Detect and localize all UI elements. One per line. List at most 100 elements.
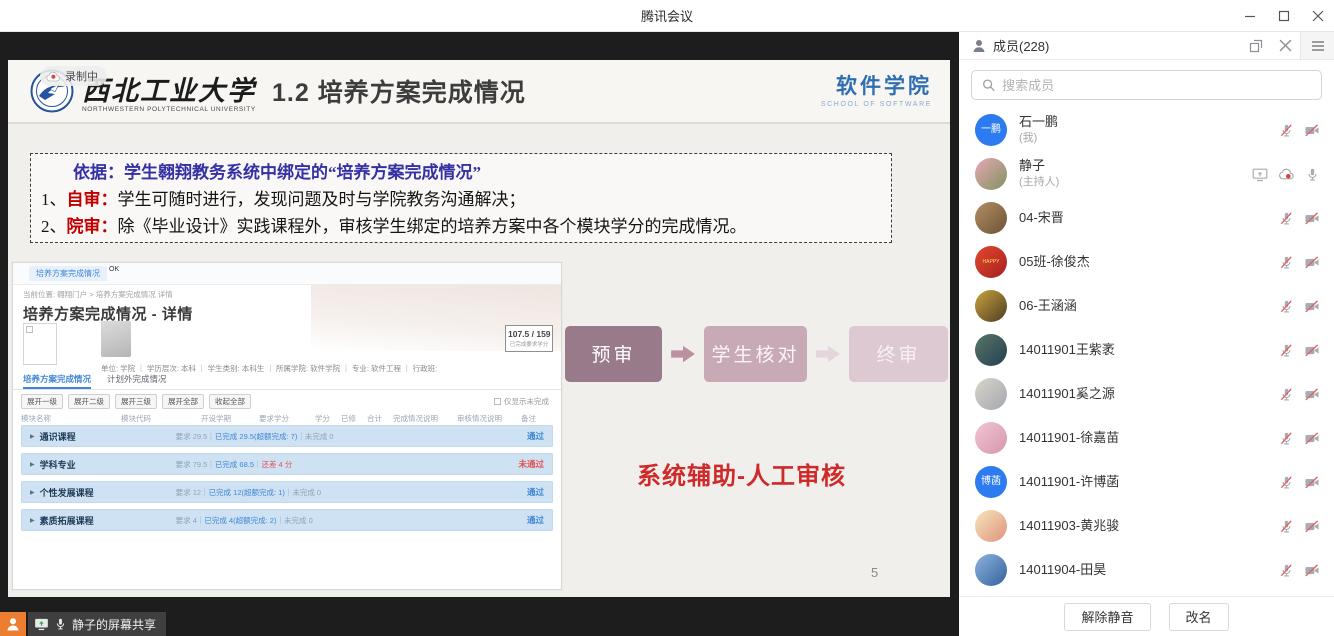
status-link[interactable]: 未通过: [481, 458, 544, 470]
cam-muted-icon[interactable]: [1304, 343, 1320, 358]
module-detail: 要求 4｜已完成 4(超额完成: 2)｜未完成 0: [176, 515, 481, 526]
cam-muted-icon[interactable]: [1304, 123, 1320, 138]
member-row[interactable]: 14011904-田昊: [959, 548, 1334, 592]
ms-tab[interactable]: 计划外完成情况: [107, 373, 167, 389]
school-review-line: 2、院审：除《毕业设计》实践课程外，审核学生绑定的培养方案中各个模块学分的完成情…: [37, 213, 881, 240]
maximize-icon[interactable]: [1278, 10, 1290, 22]
cam-muted-icon[interactable]: [1304, 211, 1320, 226]
person-icon: [5, 616, 21, 632]
expand-button[interactable]: 展开三级: [115, 394, 157, 409]
window-controls: [1244, 0, 1324, 32]
member-name: 静子: [1019, 158, 1252, 175]
browser-tab[interactable]: 培养方案完成情况: [29, 266, 107, 281]
column-header: 开设学期: [201, 413, 259, 424]
mic-muted-icon[interactable]: [1279, 123, 1294, 138]
module-row[interactable]: ▶个性发展课程要求 12｜已完成 12(超额完成: 1)｜未完成 0通过: [21, 481, 553, 503]
search-input[interactable]: [1002, 78, 1311, 93]
close-icon[interactable]: [1312, 10, 1324, 22]
sharer-avatar[interactable]: [0, 612, 26, 636]
member-search[interactable]: [971, 70, 1322, 100]
cam-muted-icon[interactable]: [1304, 519, 1320, 534]
cam-muted-icon[interactable]: [1304, 431, 1320, 446]
member-list: 一鹏石一鹏(我)静子(主持人)04-宋晋HAPPY05班-徐俊杰06-王涵涵 14…: [959, 106, 1334, 596]
module-detail: 要求 12｜已完成 12(超额完成: 1)｜未完成 0: [176, 487, 481, 498]
member-row[interactable]: 14011901-徐嘉苗: [959, 416, 1334, 460]
cam-muted-icon[interactable]: [1304, 255, 1320, 270]
unmute-button[interactable]: 解除静音: [1064, 603, 1150, 631]
expand-caret-icon[interactable]: ▶: [30, 489, 35, 496]
column-header: 要求学分: [259, 413, 315, 424]
mic-muted-icon[interactable]: [1279, 387, 1294, 402]
members-panel-title: 成员(228): [993, 36, 1049, 55]
mic-muted-icon[interactable]: [1279, 255, 1294, 270]
member-name: 05班-徐俊杰: [1019, 254, 1279, 271]
ms-expand-buttons: 展开一级展开二级展开三级展开全部收起全部: [21, 394, 251, 409]
cam-muted-icon[interactable]: [1304, 299, 1320, 314]
mic-muted-icon[interactable]: [1279, 519, 1294, 534]
flow-step: 终审: [849, 326, 948, 382]
module-row[interactable]: ▶学科专业要求 79.5｜已完成 68.5｜还差 4 分未通过: [21, 453, 553, 475]
member-name: 14011901-徐嘉苗: [1019, 430, 1279, 447]
member-avatar: [975, 422, 1007, 454]
member-row[interactable]: 14011901王紫袤: [959, 328, 1334, 372]
member-avatar: [975, 510, 1007, 542]
expand-button[interactable]: 收起全部: [209, 394, 251, 409]
flow-step: 预审: [565, 326, 662, 382]
basis-line: 依据：学生翱翔教务系统中绑定的“培养方案完成情况”: [37, 159, 881, 186]
status-link[interactable]: 通过: [481, 486, 544, 498]
credits-label: 已完成要求学分: [508, 340, 550, 348]
panel-menu-icon[interactable]: [1300, 32, 1334, 59]
member-row[interactable]: 14011901奚之源: [959, 372, 1334, 416]
cam-muted-icon[interactable]: [1304, 563, 1320, 578]
expand-caret-icon[interactable]: ▶: [30, 433, 35, 440]
status-link[interactable]: 通过: [481, 430, 544, 442]
mic-muted-icon[interactable]: [1279, 299, 1294, 314]
member-row[interactable]: 06-王涵涵: [959, 284, 1334, 328]
cam-muted-icon[interactable]: [1304, 475, 1320, 490]
member-name: 14011901王紫袤: [1019, 342, 1279, 359]
expand-button[interactable]: 展开二级: [68, 394, 110, 409]
member-row[interactable]: 一鹏石一鹏(我): [959, 108, 1334, 152]
member-row[interactable]: 04-宋晋: [959, 196, 1334, 240]
cloud-record-icon[interactable]: [1278, 167, 1295, 182]
ms-rows: ▶通识课程要求 29.5｜已完成 29.5(超额完成: 7)｜未完成 0通过 ▶学…: [21, 425, 553, 537]
slide-key-points: 依据：学生翱翔教务系统中绑定的“培养方案完成情况” 1、自审：学生可随时进行，发…: [30, 153, 892, 243]
mic-muted-icon[interactable]: [1279, 475, 1294, 490]
school-name-cn: 软件学院: [821, 70, 932, 100]
popout-panel-icon[interactable]: [1241, 32, 1271, 59]
expand-button[interactable]: 展开全部: [162, 394, 204, 409]
member-avatar: [975, 202, 1007, 234]
rename-button[interactable]: 改名: [1169, 603, 1229, 631]
mic-on-icon[interactable]: [1305, 167, 1320, 182]
cam-muted-icon[interactable]: [1304, 387, 1320, 402]
window-titlebar: 腾讯会议: [0, 0, 1334, 32]
member-row[interactable]: 静子(主持人): [959, 152, 1334, 196]
mic-muted-icon[interactable]: [1279, 211, 1294, 226]
expand-caret-icon[interactable]: ▶: [30, 461, 35, 468]
screen-share-icon[interactable]: [1252, 167, 1268, 182]
review-flow: 预审学生核对终审: [565, 325, 948, 382]
filter-checkbox-row[interactable]: 仅显示未完成: [494, 396, 549, 407]
close-panel-icon[interactable]: [1271, 32, 1300, 59]
column-header: 已修: [341, 413, 367, 424]
ms-tab[interactable]: 培养方案完成情况: [23, 373, 91, 389]
breadcrumb: 当前位置: 翱翔门户 > 培养方案完成情况 详情: [13, 285, 561, 300]
member-row[interactable]: 14011903-黄兆骏: [959, 504, 1334, 548]
member-row[interactable]: 博菡14011901-许博菡: [959, 460, 1334, 504]
mic-muted-icon[interactable]: [1279, 343, 1294, 358]
expand-button[interactable]: 展开一级: [21, 394, 63, 409]
minimize-icon[interactable]: [1244, 10, 1256, 22]
credits-value: 107.5 / 159: [508, 329, 550, 339]
module-row[interactable]: ▶素质拓展课程要求 4｜已完成 4(超额完成: 2)｜未完成 0通过: [21, 509, 553, 531]
status-link[interactable]: 通过: [481, 514, 544, 526]
screen-share-icon: [34, 617, 49, 631]
member-row[interactable]: HAPPY05班-徐俊杰: [959, 240, 1334, 284]
module-row[interactable]: ▶通识课程要求 29.5｜已完成 29.5(超额完成: 7)｜未完成 0通过: [21, 425, 553, 447]
checkbox-icon[interactable]: [494, 398, 501, 405]
window-title: 腾讯会议: [641, 6, 693, 25]
mic-muted-icon[interactable]: [1279, 563, 1294, 578]
mic-muted-icon[interactable]: [1279, 431, 1294, 446]
expand-caret-icon[interactable]: ▶: [30, 517, 35, 524]
screen-share-indicator[interactable]: 静子的屏幕共享: [28, 612, 166, 636]
module-detail: 要求 79.5｜已完成 68.5｜还差 4 分: [176, 459, 481, 470]
